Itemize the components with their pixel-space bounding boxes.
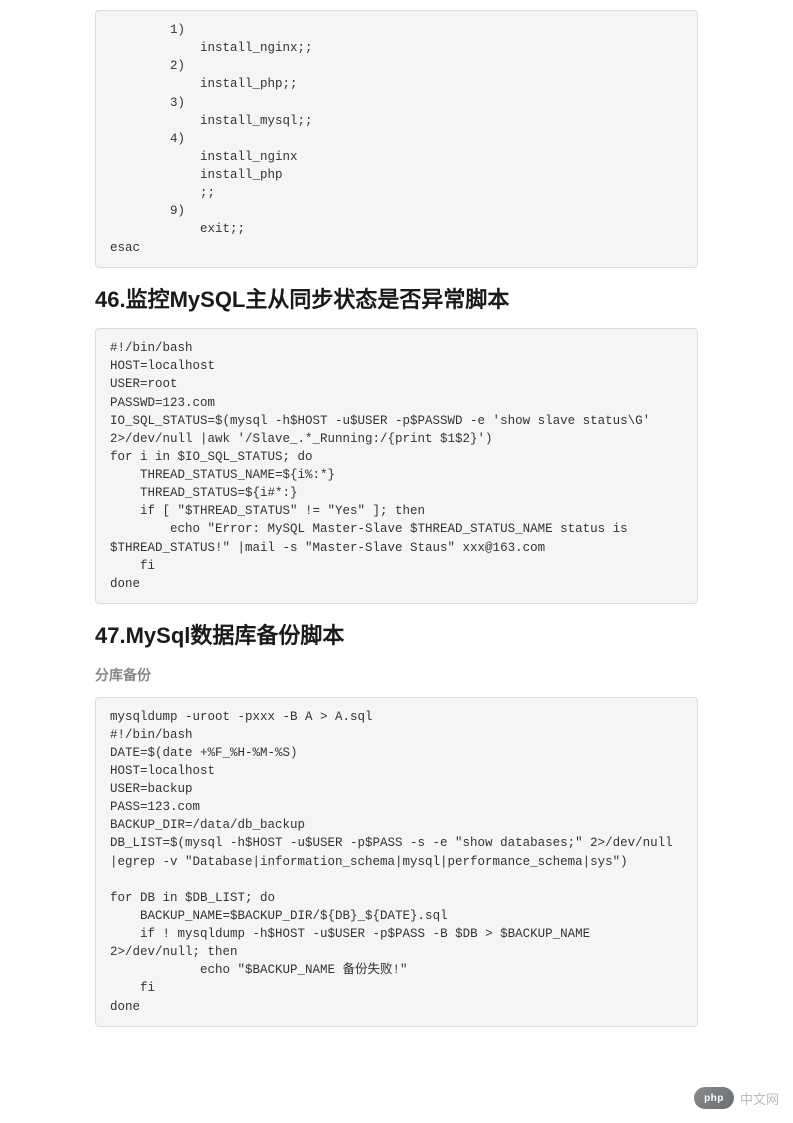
watermark: php 中文网	[694, 1087, 779, 1109]
watermark-logo: php	[694, 1087, 734, 1109]
code-block-mysql-backup: mysqldump -uroot -pxxx -B A > A.sql #!/b…	[95, 697, 698, 1027]
heading-46: 46.监控MySQL主从同步状态是否异常脚本	[95, 286, 698, 315]
code-block-esac: 1) install_nginx;; 2) install_php;; 3) i…	[95, 10, 698, 268]
page-content: 1) install_nginx;; 2) install_php;; 3) i…	[0, 0, 793, 1065]
watermark-text: 中文网	[740, 1089, 779, 1108]
code-block-mysql-monitor: #!/bin/bash HOST=localhost USER=root PAS…	[95, 328, 698, 604]
sublabel-db-backup: 分库备份	[95, 665, 698, 685]
heading-47: 47.MySql数据库备份脚本	[95, 622, 698, 651]
